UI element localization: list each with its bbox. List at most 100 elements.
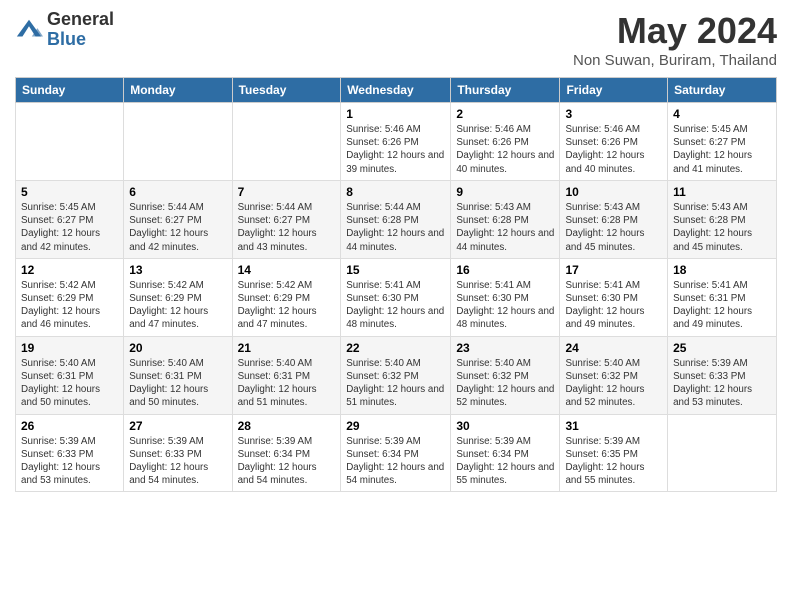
day-info: Sunrise: 5:43 AM Sunset: 6:28 PM Dayligh… xyxy=(456,201,554,254)
day-number: 12 xyxy=(21,263,118,277)
day-number: 24 xyxy=(565,341,662,355)
calendar-cell: 10Sunrise: 5:43 AM Sunset: 6:28 PM Dayli… xyxy=(560,180,668,258)
calendar-cell: 17 Sunrise: 5:41 AM Sunset: 6:30 PM Dayli… xyxy=(560,258,668,336)
weekday-header: Saturday xyxy=(668,78,777,103)
day-info: Sunrise: 5:40 AM Sunset: 6:31 PM Dayligh… xyxy=(129,357,226,410)
day-number: 16 xyxy=(456,263,554,277)
logo-blue: Blue xyxy=(47,30,114,50)
day-info: Sunrise: 5:42 AM Sunset: 6:29 PM Dayligh… xyxy=(238,279,336,332)
calendar-cell: 4Sunrise: 5:45 AM Sunset: 6:27 PM Daylig… xyxy=(668,103,777,181)
title-block: May 2024 Non Suwan, Buriram, Thailand xyxy=(573,10,777,69)
day-info: Sunrise: 5:39 AM Sunset: 6:34 PM Dayligh… xyxy=(456,435,554,488)
calendar-table: SundayMondayTuesdayWednesdayThursdayFrid… xyxy=(15,77,777,492)
day-number: 2 xyxy=(456,107,554,121)
calendar-cell: 23Sunrise: 5:40 AM Sunset: 6:32 PM Dayli… xyxy=(451,336,560,414)
calendar-week-row: 12 Sunrise: 5:42 AM Sunset: 6:29 PM Dayli… xyxy=(16,258,777,336)
page-header: General Blue May 2024 Non Suwan, Buriram… xyxy=(15,10,777,69)
calendar-week-row: 5 Sunrise: 5:45 AM Sunset: 6:27 PM Daylig… xyxy=(16,180,777,258)
day-number: 19 xyxy=(21,341,118,355)
calendar-cell: 29Sunrise: 5:39 AM Sunset: 6:34 PM Dayli… xyxy=(341,414,451,492)
logo-text: General Blue xyxy=(47,10,114,50)
day-info: Sunrise: 5:45 AM Sunset: 6:27 PM Dayligh… xyxy=(673,123,771,176)
day-info: Sunrise: 5:45 AM Sunset: 6:27 PM Dayligh… xyxy=(21,201,118,254)
day-number: 14 xyxy=(238,263,336,277)
day-info: Sunrise: 5:40 AM Sunset: 6:31 PM Dayligh… xyxy=(238,357,336,410)
calendar-cell: 2 Sunrise: 5:46 AM Sunset: 6:26 PM Daylig… xyxy=(451,103,560,181)
calendar-cell: 13 Sunrise: 5:42 AM Sunset: 6:29 PM Dayli… xyxy=(124,258,232,336)
day-number: 11 xyxy=(673,185,771,199)
calendar-cell: 11Sunrise: 5:43 AM Sunset: 6:28 PM Dayli… xyxy=(668,180,777,258)
calendar-cell: 6 Sunrise: 5:44 AM Sunset: 6:27 PM Daylig… xyxy=(124,180,232,258)
calendar-week-row: 1 Sunrise: 5:46 AM Sunset: 6:26 PM Daylig… xyxy=(16,103,777,181)
calendar-cell: 16 Sunrise: 5:41 AM Sunset: 6:30 PM Dayli… xyxy=(451,258,560,336)
calendar-cell: 30 Sunrise: 5:39 AM Sunset: 6:34 PM Dayli… xyxy=(451,414,560,492)
calendar-cell xyxy=(668,414,777,492)
day-info: Sunrise: 5:41 AM Sunset: 6:30 PM Dayligh… xyxy=(565,279,662,332)
calendar-cell: 21 Sunrise: 5:40 AM Sunset: 6:31 PM Dayli… xyxy=(232,336,341,414)
day-number: 15 xyxy=(346,263,445,277)
day-info: Sunrise: 5:39 AM Sunset: 6:33 PM Dayligh… xyxy=(129,435,226,488)
day-info: Sunrise: 5:41 AM Sunset: 6:30 PM Dayligh… xyxy=(346,279,445,332)
day-info: Sunrise: 5:46 AM Sunset: 6:26 PM Dayligh… xyxy=(565,123,662,176)
calendar-cell: 1 Sunrise: 5:46 AM Sunset: 6:26 PM Daylig… xyxy=(341,103,451,181)
calendar-cell: 8 Sunrise: 5:44 AM Sunset: 6:28 PM Daylig… xyxy=(341,180,451,258)
day-number: 18 xyxy=(673,263,771,277)
weekday-header: Wednesday xyxy=(341,78,451,103)
logo-icon xyxy=(15,16,43,44)
weekday-header: Thursday xyxy=(451,78,560,103)
day-number: 31 xyxy=(565,419,662,433)
day-info: Sunrise: 5:40 AM Sunset: 6:32 PM Dayligh… xyxy=(346,357,445,410)
calendar-cell: 27Sunrise: 5:39 AM Sunset: 6:33 PM Dayli… xyxy=(124,414,232,492)
day-number: 8 xyxy=(346,185,445,199)
day-number: 30 xyxy=(456,419,554,433)
day-info: Sunrise: 5:44 AM Sunset: 6:27 PM Dayligh… xyxy=(238,201,336,254)
calendar-cell: 18 Sunrise: 5:41 AM Sunset: 6:31 PM Dayli… xyxy=(668,258,777,336)
calendar-cell xyxy=(16,103,124,181)
day-number: 7 xyxy=(238,185,336,199)
day-number: 9 xyxy=(456,185,554,199)
calendar-cell: 31 Sunrise: 5:39 AM Sunset: 6:35 PM Dayli… xyxy=(560,414,668,492)
day-info: Sunrise: 5:41 AM Sunset: 6:30 PM Dayligh… xyxy=(456,279,554,332)
day-number: 13 xyxy=(129,263,226,277)
day-info: Sunrise: 5:44 AM Sunset: 6:28 PM Dayligh… xyxy=(346,201,445,254)
calendar-cell xyxy=(124,103,232,181)
calendar-week-row: 26 Sunrise: 5:39 AM Sunset: 6:33 PM Dayli… xyxy=(16,414,777,492)
day-info: Sunrise: 5:40 AM Sunset: 6:31 PM Dayligh… xyxy=(21,357,118,410)
calendar-cell: 19 Sunrise: 5:40 AM Sunset: 6:31 PM Dayli… xyxy=(16,336,124,414)
month-year: May 2024 xyxy=(573,10,777,52)
day-number: 6 xyxy=(129,185,226,199)
day-info: Sunrise: 5:42 AM Sunset: 6:29 PM Dayligh… xyxy=(21,279,118,332)
day-number: 21 xyxy=(238,341,336,355)
calendar-cell: 15 Sunrise: 5:41 AM Sunset: 6:30 PM Dayli… xyxy=(341,258,451,336)
day-info: Sunrise: 5:39 AM Sunset: 6:35 PM Dayligh… xyxy=(565,435,662,488)
weekday-header: Monday xyxy=(124,78,232,103)
day-number: 3 xyxy=(565,107,662,121)
weekday-header: Friday xyxy=(560,78,668,103)
day-info: Sunrise: 5:40 AM Sunset: 6:32 PM Dayligh… xyxy=(565,357,662,410)
day-info: Sunrise: 5:46 AM Sunset: 6:26 PM Dayligh… xyxy=(346,123,445,176)
calendar-week-row: 19 Sunrise: 5:40 AM Sunset: 6:31 PM Dayli… xyxy=(16,336,777,414)
day-number: 17 xyxy=(565,263,662,277)
day-number: 29 xyxy=(346,419,445,433)
calendar-cell: 12 Sunrise: 5:42 AM Sunset: 6:29 PM Dayli… xyxy=(16,258,124,336)
logo-general: General xyxy=(47,10,114,30)
day-number: 1 xyxy=(346,107,445,121)
day-info: Sunrise: 5:39 AM Sunset: 6:34 PM Dayligh… xyxy=(238,435,336,488)
day-info: Sunrise: 5:41 AM Sunset: 6:31 PM Dayligh… xyxy=(673,279,771,332)
day-info: Sunrise: 5:40 AM Sunset: 6:32 PM Dayligh… xyxy=(456,357,554,410)
weekday-header: Sunday xyxy=(16,78,124,103)
calendar-cell: 7 Sunrise: 5:44 AM Sunset: 6:27 PM Daylig… xyxy=(232,180,341,258)
day-info: Sunrise: 5:42 AM Sunset: 6:29 PM Dayligh… xyxy=(129,279,226,332)
calendar-cell: 3 Sunrise: 5:46 AM Sunset: 6:26 PM Daylig… xyxy=(560,103,668,181)
day-info: Sunrise: 5:46 AM Sunset: 6:26 PM Dayligh… xyxy=(456,123,554,176)
calendar-cell: 14 Sunrise: 5:42 AM Sunset: 6:29 PM Dayli… xyxy=(232,258,341,336)
calendar-cell: 22Sunrise: 5:40 AM Sunset: 6:32 PM Dayli… xyxy=(341,336,451,414)
day-number: 25 xyxy=(673,341,771,355)
day-number: 20 xyxy=(129,341,226,355)
day-number: 26 xyxy=(21,419,118,433)
calendar-cell: 28Sunrise: 5:39 AM Sunset: 6:34 PM Dayli… xyxy=(232,414,341,492)
day-info: Sunrise: 5:39 AM Sunset: 6:33 PM Dayligh… xyxy=(673,357,771,410)
day-info: Sunrise: 5:44 AM Sunset: 6:27 PM Dayligh… xyxy=(129,201,226,254)
calendar-cell: 9 Sunrise: 5:43 AM Sunset: 6:28 PM Daylig… xyxy=(451,180,560,258)
day-number: 5 xyxy=(21,185,118,199)
